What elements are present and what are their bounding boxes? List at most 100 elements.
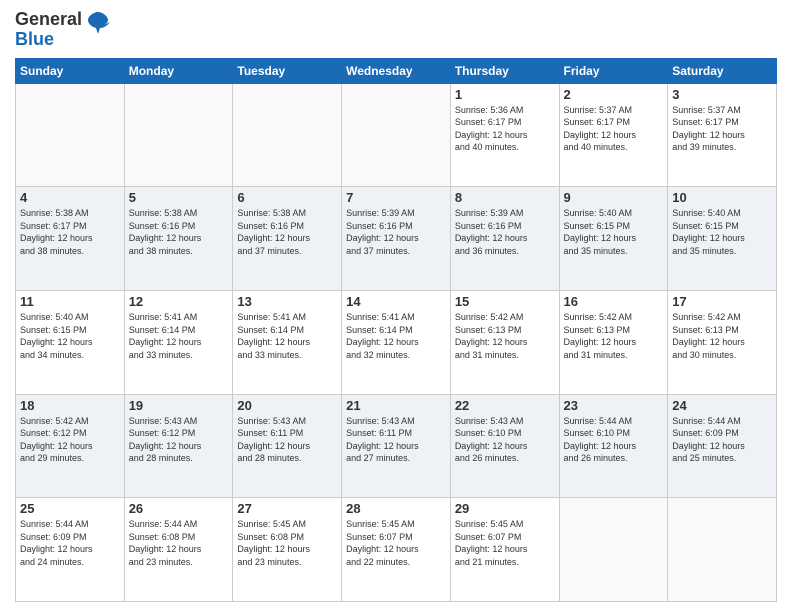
day-number: 19 bbox=[129, 398, 229, 413]
calendar-table: SundayMondayTuesdayWednesdayThursdayFrid… bbox=[15, 58, 777, 602]
calendar-week-row: 4 Sunrise: 5:38 AM Sunset: 6:17 PM Daylig… bbox=[16, 187, 777, 291]
day-number: 4 bbox=[20, 190, 120, 205]
day-number: 23 bbox=[564, 398, 664, 413]
day-number: 2 bbox=[564, 87, 664, 102]
page: General Blue SundayMondayTuesdayWednesda… bbox=[0, 0, 792, 612]
day-info: Sunrise: 5:44 AM Sunset: 6:10 PM Dayligh… bbox=[564, 415, 664, 465]
day-info: Sunrise: 5:45 AM Sunset: 6:07 PM Dayligh… bbox=[455, 518, 555, 568]
day-info: Sunrise: 5:36 AM Sunset: 6:17 PM Dayligh… bbox=[455, 104, 555, 154]
calendar-cell: 4 Sunrise: 5:38 AM Sunset: 6:17 PM Daylig… bbox=[16, 187, 125, 291]
calendar-cell: 25 Sunrise: 5:44 AM Sunset: 6:09 PM Dayli… bbox=[16, 498, 125, 602]
calendar-cell bbox=[342, 83, 451, 187]
day-number: 9 bbox=[564, 190, 664, 205]
day-of-week-header: Friday bbox=[559, 58, 668, 83]
day-number: 15 bbox=[455, 294, 555, 309]
day-info: Sunrise: 5:40 AM Sunset: 6:15 PM Dayligh… bbox=[20, 311, 120, 361]
day-info: Sunrise: 5:39 AM Sunset: 6:16 PM Dayligh… bbox=[346, 207, 446, 257]
day-number: 29 bbox=[455, 501, 555, 516]
day-info: Sunrise: 5:42 AM Sunset: 6:13 PM Dayligh… bbox=[564, 311, 664, 361]
day-info: Sunrise: 5:42 AM Sunset: 6:12 PM Dayligh… bbox=[20, 415, 120, 465]
day-info: Sunrise: 5:43 AM Sunset: 6:12 PM Dayligh… bbox=[129, 415, 229, 465]
day-info: Sunrise: 5:42 AM Sunset: 6:13 PM Dayligh… bbox=[455, 311, 555, 361]
day-number: 25 bbox=[20, 501, 120, 516]
calendar-cell: 27 Sunrise: 5:45 AM Sunset: 6:08 PM Dayli… bbox=[233, 498, 342, 602]
day-number: 18 bbox=[20, 398, 120, 413]
day-number: 8 bbox=[455, 190, 555, 205]
calendar-cell bbox=[124, 83, 233, 187]
calendar-cell: 18 Sunrise: 5:42 AM Sunset: 6:12 PM Dayli… bbox=[16, 394, 125, 498]
day-info: Sunrise: 5:37 AM Sunset: 6:17 PM Dayligh… bbox=[672, 104, 772, 154]
day-number: 17 bbox=[672, 294, 772, 309]
day-number: 16 bbox=[564, 294, 664, 309]
day-info: Sunrise: 5:37 AM Sunset: 6:17 PM Dayligh… bbox=[564, 104, 664, 154]
day-of-week-header: Monday bbox=[124, 58, 233, 83]
day-number: 10 bbox=[672, 190, 772, 205]
logo-blue: Blue bbox=[15, 30, 82, 50]
day-number: 26 bbox=[129, 501, 229, 516]
day-info: Sunrise: 5:41 AM Sunset: 6:14 PM Dayligh… bbox=[346, 311, 446, 361]
calendar-cell: 7Sunrise: 5:39 AM Sunset: 6:16 PM Daylig… bbox=[342, 187, 451, 291]
day-number: 27 bbox=[237, 501, 337, 516]
day-number: 22 bbox=[455, 398, 555, 413]
day-info: Sunrise: 5:39 AM Sunset: 6:16 PM Dayligh… bbox=[455, 207, 555, 257]
calendar-cell: 20Sunrise: 5:43 AM Sunset: 6:11 PM Dayli… bbox=[233, 394, 342, 498]
day-info: Sunrise: 5:38 AM Sunset: 6:16 PM Dayligh… bbox=[237, 207, 337, 257]
day-info: Sunrise: 5:44 AM Sunset: 6:09 PM Dayligh… bbox=[20, 518, 120, 568]
day-of-week-header: Tuesday bbox=[233, 58, 342, 83]
calendar-cell: 2 Sunrise: 5:37 AM Sunset: 6:17 PM Daylig… bbox=[559, 83, 668, 187]
calendar-week-row: 1 Sunrise: 5:36 AM Sunset: 6:17 PM Daylig… bbox=[16, 83, 777, 187]
calendar-cell: 5 Sunrise: 5:38 AM Sunset: 6:16 PM Daylig… bbox=[124, 187, 233, 291]
day-info: Sunrise: 5:44 AM Sunset: 6:09 PM Dayligh… bbox=[672, 415, 772, 465]
calendar-cell: 17 Sunrise: 5:42 AM Sunset: 6:13 PM Dayli… bbox=[668, 290, 777, 394]
day-info: Sunrise: 5:45 AM Sunset: 6:08 PM Dayligh… bbox=[237, 518, 337, 568]
day-of-week-header: Saturday bbox=[668, 58, 777, 83]
day-number: 11 bbox=[20, 294, 120, 309]
day-number: 5 bbox=[129, 190, 229, 205]
day-number: 24 bbox=[672, 398, 772, 413]
day-number: 1 bbox=[455, 87, 555, 102]
header: General Blue bbox=[15, 10, 777, 50]
calendar-cell: 6 Sunrise: 5:38 AM Sunset: 6:16 PM Daylig… bbox=[233, 187, 342, 291]
day-number: 21 bbox=[346, 398, 446, 413]
day-number: 6 bbox=[237, 190, 337, 205]
day-of-week-header: Sunday bbox=[16, 58, 125, 83]
calendar-cell bbox=[16, 83, 125, 187]
calendar-cell: 22 Sunrise: 5:43 AM Sunset: 6:10 PM Dayli… bbox=[450, 394, 559, 498]
calendar-cell: 23 Sunrise: 5:44 AM Sunset: 6:10 PM Dayli… bbox=[559, 394, 668, 498]
day-info: Sunrise: 5:43 AM Sunset: 6:10 PM Dayligh… bbox=[455, 415, 555, 465]
day-of-week-header: Wednesday bbox=[342, 58, 451, 83]
calendar-cell: 12Sunrise: 5:41 AM Sunset: 6:14 PM Dayli… bbox=[124, 290, 233, 394]
calendar-cell: 24 Sunrise: 5:44 AM Sunset: 6:09 PM Dayli… bbox=[668, 394, 777, 498]
calendar-cell: 16 Sunrise: 5:42 AM Sunset: 6:13 PM Dayli… bbox=[559, 290, 668, 394]
calendar-cell: 14 Sunrise: 5:41 AM Sunset: 6:14 PM Dayli… bbox=[342, 290, 451, 394]
day-info: Sunrise: 5:38 AM Sunset: 6:16 PM Dayligh… bbox=[129, 207, 229, 257]
day-info: Sunrise: 5:42 AM Sunset: 6:13 PM Dayligh… bbox=[672, 311, 772, 361]
calendar-cell: 1 Sunrise: 5:36 AM Sunset: 6:17 PM Daylig… bbox=[450, 83, 559, 187]
calendar-cell: 10Sunrise: 5:40 AM Sunset: 6:15 PM Dayli… bbox=[668, 187, 777, 291]
calendar-cell bbox=[668, 498, 777, 602]
day-number: 12 bbox=[129, 294, 229, 309]
logo-general: General bbox=[15, 10, 82, 30]
day-info: Sunrise: 5:38 AM Sunset: 6:17 PM Dayligh… bbox=[20, 207, 120, 257]
day-header-row: SundayMondayTuesdayWednesdayThursdayFrid… bbox=[16, 58, 777, 83]
day-info: Sunrise: 5:43 AM Sunset: 6:11 PM Dayligh… bbox=[346, 415, 446, 465]
day-number: 28 bbox=[346, 501, 446, 516]
day-info: Sunrise: 5:45 AM Sunset: 6:07 PM Dayligh… bbox=[346, 518, 446, 568]
day-info: Sunrise: 5:41 AM Sunset: 6:14 PM Dayligh… bbox=[237, 311, 337, 361]
calendar-cell: 15 Sunrise: 5:42 AM Sunset: 6:13 PM Dayli… bbox=[450, 290, 559, 394]
calendar-cell: 19 Sunrise: 5:43 AM Sunset: 6:12 PM Dayli… bbox=[124, 394, 233, 498]
calendar-cell: 8 Sunrise: 5:39 AM Sunset: 6:16 PM Daylig… bbox=[450, 187, 559, 291]
calendar-week-row: 25 Sunrise: 5:44 AM Sunset: 6:09 PM Dayli… bbox=[16, 498, 777, 602]
day-number: 14 bbox=[346, 294, 446, 309]
day-info: Sunrise: 5:40 AM Sunset: 6:15 PM Dayligh… bbox=[564, 207, 664, 257]
calendar-cell bbox=[233, 83, 342, 187]
calendar-cell: 13Sunrise: 5:41 AM Sunset: 6:14 PM Dayli… bbox=[233, 290, 342, 394]
calendar-cell: 21 Sunrise: 5:43 AM Sunset: 6:11 PM Dayli… bbox=[342, 394, 451, 498]
calendar-cell: 11 Sunrise: 5:40 AM Sunset: 6:15 PM Dayli… bbox=[16, 290, 125, 394]
logo: General Blue bbox=[15, 10, 112, 50]
calendar-cell bbox=[559, 498, 668, 602]
calendar-cell: 28 Sunrise: 5:45 AM Sunset: 6:07 PM Dayli… bbox=[342, 498, 451, 602]
calendar-cell: 9 Sunrise: 5:40 AM Sunset: 6:15 PM Daylig… bbox=[559, 187, 668, 291]
calendar-week-row: 18 Sunrise: 5:42 AM Sunset: 6:12 PM Dayli… bbox=[16, 394, 777, 498]
calendar-week-row: 11 Sunrise: 5:40 AM Sunset: 6:15 PM Dayli… bbox=[16, 290, 777, 394]
